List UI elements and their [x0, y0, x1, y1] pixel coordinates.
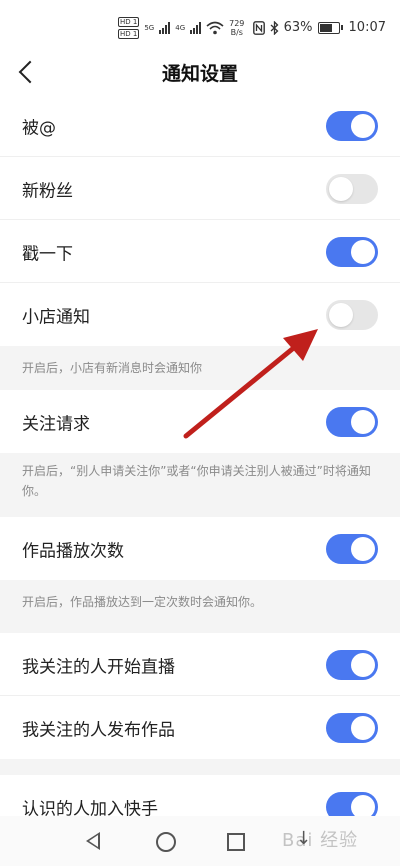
shop-note: 开启后，小店有新消息时会通知你 [0, 346, 400, 390]
shop-toggle[interactable] [326, 299, 378, 330]
setting-label: 我关注的人发布作品 [22, 720, 175, 740]
network-speed: 729 B/s [229, 19, 244, 37]
play-count-note: 开启后，作品播放达到一定次数时会通知你。 [0, 580, 400, 624]
followed-live-toggle[interactable] [326, 649, 378, 680]
section-gap [0, 624, 400, 633]
toggle-knob [351, 652, 375, 677]
nav-bar: 通知设置 [0, 56, 400, 94]
follow-request-note: 开启后，“别人申请关注你”或者“你申请关注别人被通过”时将通知你。 [0, 453, 400, 517]
battery-percent: 63% [283, 20, 313, 35]
circle-home-icon[interactable] [156, 832, 176, 852]
setting-label: 我关注的人开始直播 [22, 657, 175, 677]
toggle-knob [351, 536, 375, 561]
hd-badge: HD 1 [118, 17, 140, 27]
setting-row-followed-post: 我关注的人发布作品 [0, 696, 400, 759]
bluetooth-icon [270, 20, 279, 35]
toggle-knob [351, 409, 375, 434]
setting-label: 被@ [22, 118, 56, 138]
new-fans-toggle[interactable] [326, 173, 378, 204]
toggle-knob [329, 302, 353, 327]
setting-row-followed-live: 我关注的人开始直播 [0, 633, 400, 696]
signal-icon [159, 22, 171, 34]
speed-unit: B/s [230, 28, 243, 37]
wifi-icon [206, 21, 224, 35]
follow-request-toggle[interactable] [326, 406, 378, 437]
mention-toggle[interactable] [326, 110, 378, 141]
settings-list: 被@ 新粉丝 戳一下 小店通知 开启后，小店有新消息时会通知你 关注请求 开启后… [0, 94, 400, 838]
followed-post-toggle[interactable] [326, 712, 378, 743]
status-left: HD 1 HD 1 5G 4G 729 B/s [118, 17, 244, 39]
signal-icon [190, 22, 202, 34]
hd-badge: HD 1 [118, 29, 140, 39]
square-recent-icon[interactable] [227, 833, 245, 851]
triangle-back-icon[interactable] [86, 832, 100, 850]
page-title: 通知设置 [161, 63, 238, 85]
clock: 10:07 [348, 20, 386, 35]
battery-fill [319, 23, 333, 32]
watermark: Bai 经验 [282, 830, 359, 851]
setting-label: 作品播放次数 [22, 541, 124, 561]
setting-row-poke: 戳一下 [0, 220, 400, 283]
toggle-knob [351, 239, 375, 264]
status-bar: HD 1 HD 1 5G 4G 729 B/s 63% 10:07 [0, 0, 400, 56]
setting-label: 戳一下 [22, 244, 73, 264]
toggle-knob [351, 113, 375, 138]
toggle-knob [329, 176, 353, 201]
network-type: 5G [144, 24, 155, 32]
setting-label: 关注请求 [22, 414, 90, 434]
poke-toggle[interactable] [326, 236, 378, 267]
battery-icon [317, 21, 343, 34]
nfc-icon [252, 20, 265, 35]
toggle-knob [351, 715, 375, 740]
setting-label: 新粉丝 [22, 181, 73, 201]
network-type: 4G [175, 24, 186, 32]
arrow-down-icon[interactable]: ↓ [296, 828, 311, 849]
section-gap [0, 759, 400, 775]
system-nav-bar: Bai 经验 ↓ [0, 816, 400, 866]
status-right: 63% 10:07 [252, 20, 386, 35]
speed-value: 729 [229, 19, 245, 28]
setting-row-follow-request: 关注请求 [0, 390, 400, 453]
setting-row-new-fans: 新粉丝 [0, 157, 400, 220]
setting-label: 小店通知 [22, 307, 90, 327]
sim-badges: HD 1 HD 1 [118, 17, 140, 39]
toggle-knob [351, 794, 375, 819]
setting-row-play-count: 作品播放次数 [0, 517, 400, 580]
play-count-toggle[interactable] [326, 533, 378, 564]
setting-row-shop: 小店通知 [0, 283, 400, 346]
setting-row-mention: 被@ [0, 94, 400, 157]
